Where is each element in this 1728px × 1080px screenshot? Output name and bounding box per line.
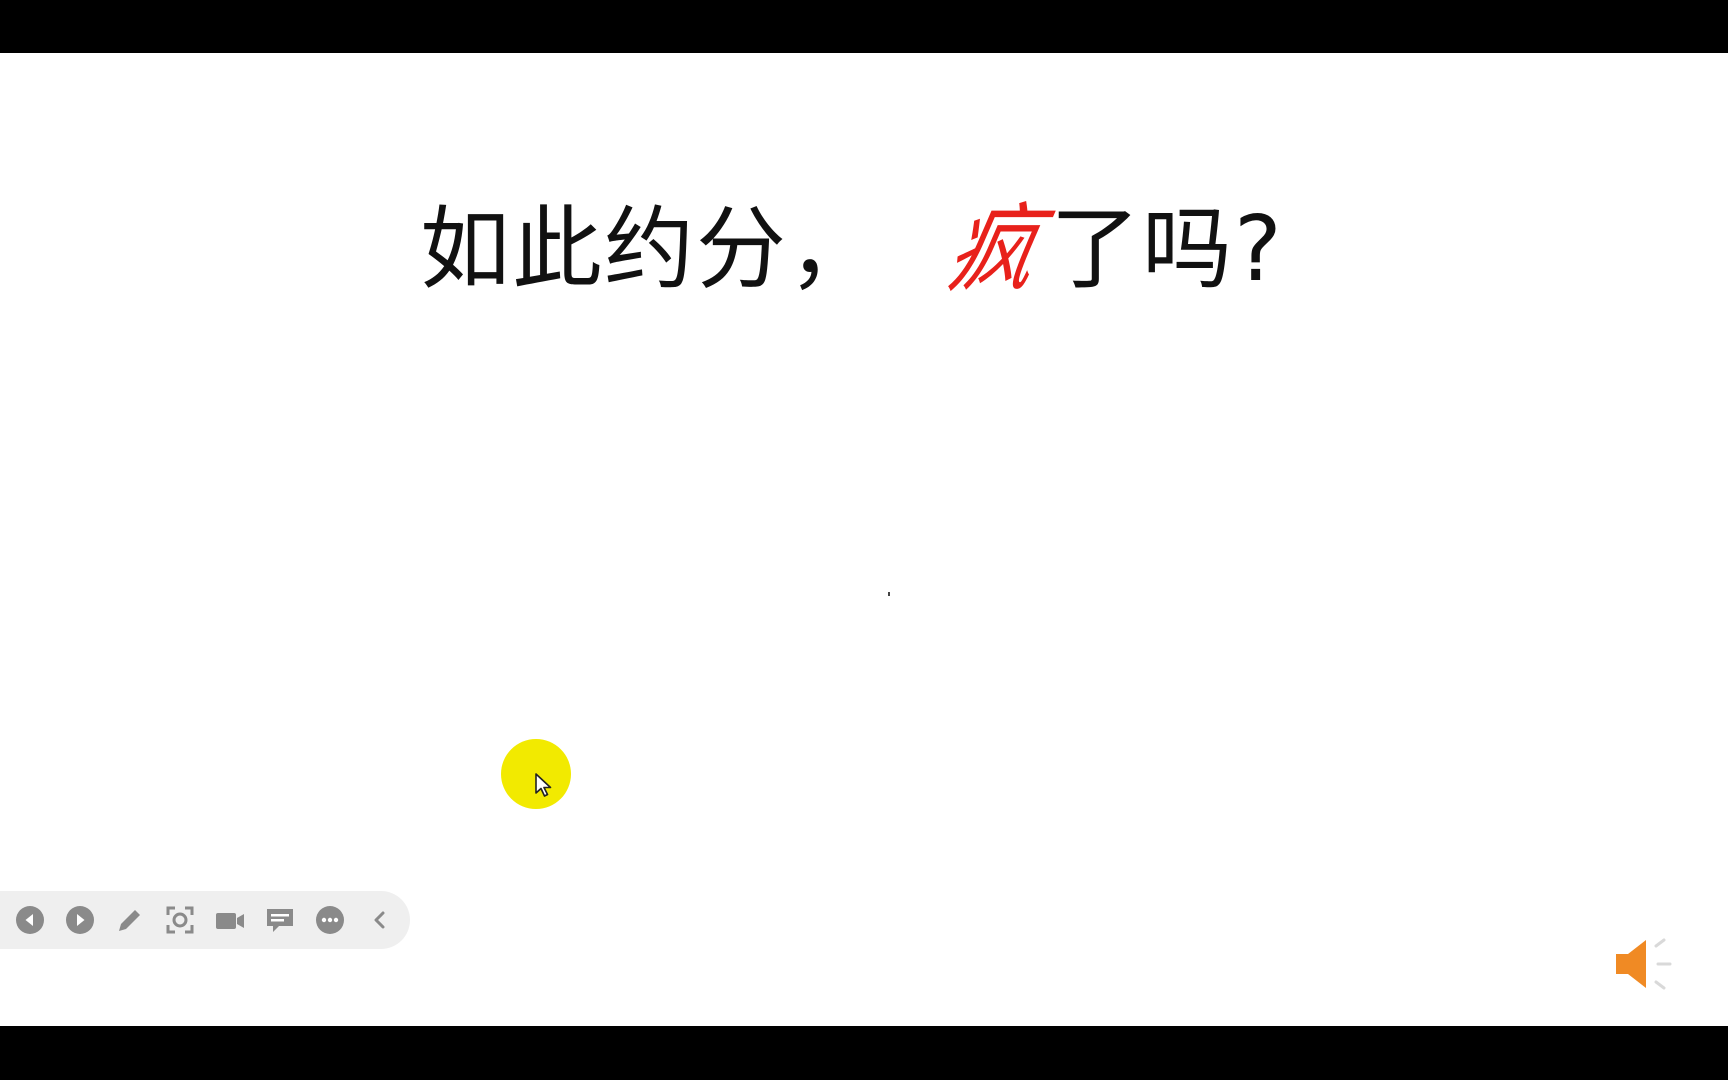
pen-button[interactable] xyxy=(110,900,150,940)
slide-title-question: 了吗? xyxy=(1050,197,1284,302)
collapse-toolbar-button[interactable] xyxy=(360,900,400,940)
previous-slide-button[interactable] xyxy=(10,900,50,940)
slide-title-text: 如此约分 xyxy=(420,197,788,302)
more-options-button[interactable] xyxy=(310,900,350,940)
video-button[interactable] xyxy=(210,900,250,940)
mouse-cursor-icon xyxy=(535,773,552,797)
circle-left-arrow-icon xyxy=(16,906,44,934)
slide-mark xyxy=(888,592,890,596)
slide-title-highlight: 疯 xyxy=(938,193,1050,307)
video-camera-icon xyxy=(216,913,244,929)
zoom-button[interactable] xyxy=(160,900,200,940)
presentation-slide: 如此约分 ， 疯 了吗? xyxy=(0,53,1728,1026)
focus-frame-icon xyxy=(166,906,194,934)
subtitles-button[interactable] xyxy=(260,900,300,940)
more-dots-icon xyxy=(316,906,344,934)
slide-title-comma: ， xyxy=(788,197,880,302)
pencil-icon xyxy=(119,907,143,931)
slide-title: 如此约分 ， 疯 了吗? xyxy=(420,181,1284,306)
letterbox-bottom xyxy=(0,1026,1728,1080)
next-slide-button[interactable] xyxy=(60,900,100,940)
slideshow-toolbar xyxy=(0,891,410,949)
chevron-left-icon xyxy=(374,911,385,929)
speech-bubble-icon xyxy=(267,909,293,932)
circle-right-arrow-icon xyxy=(66,906,94,934)
speaker-icon[interactable] xyxy=(1612,932,1676,996)
letterbox-top xyxy=(0,0,1728,53)
